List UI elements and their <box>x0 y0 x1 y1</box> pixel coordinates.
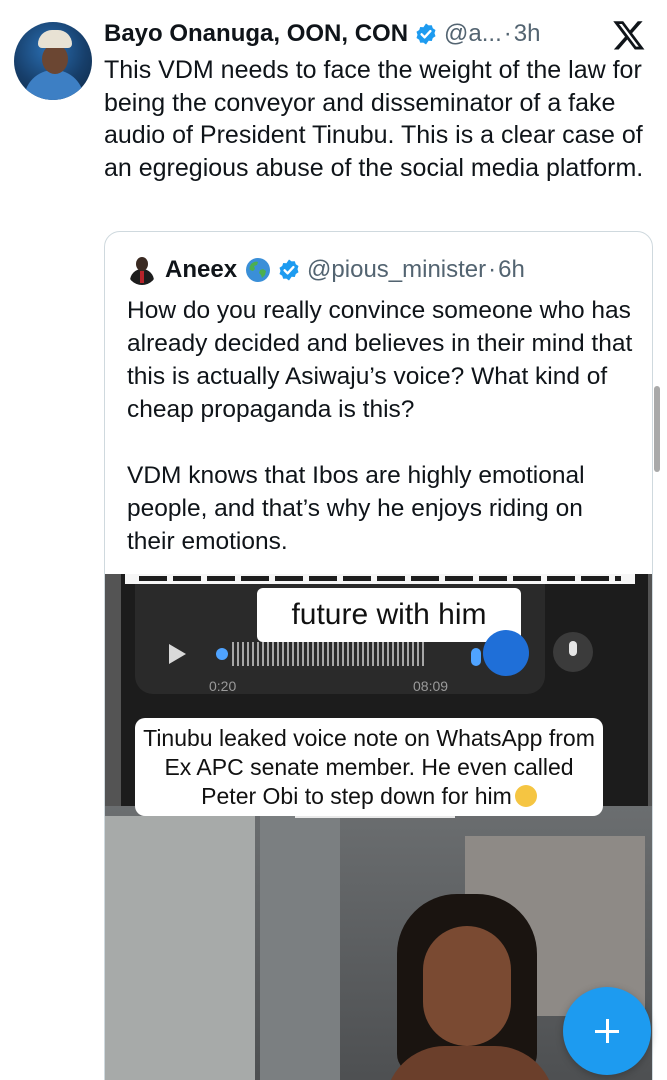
quoted-tweet-text: How do you really convince someone who h… <box>127 297 633 555</box>
voice-note-elapsed: 0:20 <box>209 678 237 694</box>
avatar-cap <box>38 30 72 48</box>
author-handle[interactable]: @a... <box>444 20 502 48</box>
avatar-face <box>42 44 68 74</box>
video-caption-main: Tinubu leaked voice note on WhatsApp fro… <box>135 718 603 816</box>
tweet-text: This VDM needs to face the weight of the… <box>104 56 644 182</box>
verified-badge-icon <box>416 23 436 45</box>
tweet-header: Bayo Onanuga, OON, CON @a... · 3h <box>104 18 540 50</box>
author-avatar[interactable] <box>14 22 92 100</box>
x-logo-icon[interactable] <box>612 18 646 52</box>
cut-off-caption <box>125 574 635 584</box>
tweet[interactable]: Bayo Onanuga, OON, CON @a... · 3h This V… <box>0 0 667 1080</box>
sender-avatar <box>483 630 529 676</box>
quoted-author-avatar[interactable] <box>127 255 157 285</box>
microphone-icon <box>471 648 481 666</box>
playhead <box>216 648 228 660</box>
quoted-author-handle[interactable]: @pious_minister <box>307 256 486 284</box>
person-face <box>423 926 511 1046</box>
time-separator: · <box>503 20 512 47</box>
scrollbar[interactable] <box>654 386 660 472</box>
microphone-icon <box>553 632 593 672</box>
tweet-time[interactable]: 3h <box>514 20 541 48</box>
quoted-tweet[interactable]: Aneex @pious_minister · 6h How do you re… <box>104 231 653 1080</box>
face-emoji-icon <box>514 785 537 807</box>
voice-note-duration: 08:09 <box>413 678 449 694</box>
avatar-robe <box>24 70 84 100</box>
compose-plus-icon[interactable] <box>563 987 651 1075</box>
play-icon <box>169 644 186 664</box>
globe-icon <box>246 258 271 282</box>
video-caption-top: future with him <box>257 588 521 642</box>
verified-badge-icon <box>279 259 299 281</box>
time-separator: · <box>488 256 497 283</box>
quoted-tweet-time[interactable]: 6h <box>498 256 525 284</box>
quoted-author-name[interactable]: Aneex <box>165 256 237 284</box>
quoted-tweet-header: Aneex @pious_minister · 6h <box>127 254 525 286</box>
audio-waveform <box>232 642 427 666</box>
author-name[interactable]: Bayo Onanuga, OON, CON <box>104 20 408 48</box>
